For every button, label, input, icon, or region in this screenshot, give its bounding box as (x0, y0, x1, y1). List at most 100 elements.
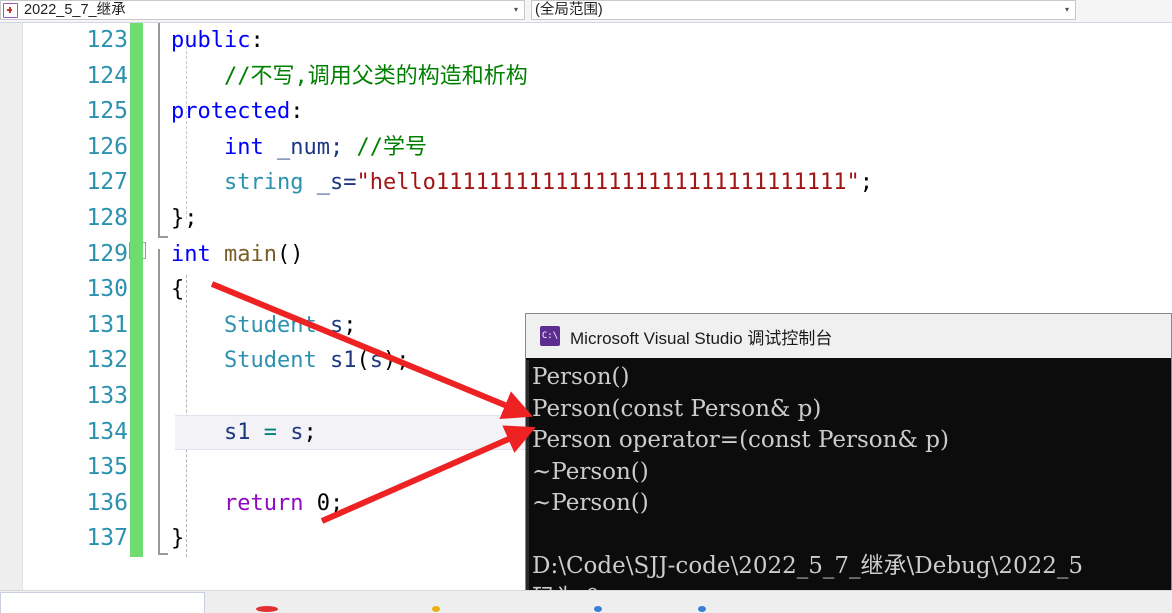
code-token: return (223, 490, 304, 516)
change-indicator-bar (130, 485, 143, 522)
code-token: { (171, 277, 185, 303)
code-line[interactable]: 126 int _num; //学号 (23, 129, 1172, 166)
change-indicator-bar (130, 272, 143, 308)
change-indicator-bar (130, 23, 143, 59)
code-token: = (263, 419, 277, 445)
code-token: ); (382, 348, 410, 374)
line-number: 129 (86, 240, 128, 267)
console-title-bar[interactable]: C:\ Microsoft Visual Studio 调试控制台 (526, 314, 1171, 358)
code-token: int (223, 134, 264, 160)
code-token: //学号 (356, 134, 427, 160)
change-indicator-bar (130, 450, 143, 486)
project-scope-value: 2022_5_7_继承 (24, 2, 126, 18)
code-text[interactable]: } (171, 521, 184, 557)
member-scope-dropdown[interactable]: (全局范围) ▾ (531, 0, 1076, 20)
code-token: s (290, 419, 304, 445)
bottom-status-strip (0, 590, 1172, 613)
line-number: 136 (86, 489, 128, 516)
code-line[interactable]: 127 string _s="hello11111111111111111111… (23, 165, 1172, 201)
code-token: Student (223, 348, 317, 374)
change-indicator-bar (130, 307, 143, 344)
code-text[interactable]: { (171, 272, 184, 308)
code-token: : (290, 99, 304, 125)
code-line[interactable]: 128}; (23, 200, 1172, 237)
console-output-line: Person() (532, 364, 630, 390)
code-token: _s= (303, 170, 357, 196)
code-line[interactable]: 125 protected: (23, 94, 1172, 130)
code-token: ; (329, 490, 344, 516)
code-token: s (329, 312, 344, 338)
change-indicator-bar (130, 94, 143, 130)
change-indicator-bar (130, 521, 143, 557)
console-output-line: D:\Code\SJJ-code\2022_5_7_继承\Debug\2022_… (532, 553, 1084, 579)
line-number: 133 (86, 382, 128, 409)
code-token: ; (303, 419, 317, 445)
line-number: 135 (86, 454, 128, 481)
change-indicator-bar (130, 129, 143, 166)
editor-selection-margin (0, 23, 22, 590)
info-dot-icon (594, 606, 602, 612)
message-dot-icon (698, 606, 706, 612)
code-text[interactable]: string _s="hello111111111111111111111111… (171, 165, 873, 201)
code-line[interactable]: 130 { (23, 272, 1172, 308)
code-token: protected (171, 99, 291, 125)
code-line[interactable]: 124 //不写,调用父类的构造和析构 (23, 58, 1172, 95)
console-output-line: Person(const Person& p) (532, 395, 822, 422)
debug-console-window[interactable]: C:\ Microsoft Visual Studio 调试控制台 Person… (525, 313, 1172, 613)
change-indicator-bar (130, 343, 143, 379)
line-number: 134 (86, 418, 128, 445)
code-token: public (171, 28, 251, 53)
code-token: ; (859, 170, 874, 196)
line-number: 126 (86, 133, 128, 160)
code-token: Student (223, 312, 317, 338)
project-scope-dropdown[interactable]: 2022_5_7_继承 ▾ (0, 0, 525, 20)
code-token: 0 (316, 490, 330, 516)
line-number: 137 (86, 525, 128, 552)
code-text[interactable]: Student s1(s); (171, 343, 409, 379)
code-token: string (223, 170, 304, 196)
console-output-line: Person operator=(const Person& p) (532, 427, 949, 453)
code-text[interactable]: s1 = s; (171, 415, 317, 451)
code-text[interactable]: int main() (171, 237, 303, 273)
change-indicator-bar (130, 200, 143, 237)
line-number: 131 (86, 311, 128, 338)
change-indicator-bar (130, 165, 143, 201)
console-inner-edge (526, 360, 529, 612)
code-text[interactable]: public: (171, 23, 264, 59)
code-token: s1 (329, 348, 357, 374)
code-text[interactable]: }; (171, 201, 198, 237)
code-token: _num; (263, 134, 357, 160)
code-token: () (276, 241, 304, 267)
code-text[interactable]: return 0; (171, 486, 343, 522)
code-text[interactable]: protected: (171, 94, 303, 130)
code-line[interactable]: 123 public: (23, 23, 1172, 59)
code-token: : (250, 28, 264, 53)
change-indicator-bar (130, 414, 143, 451)
line-number: 123 (86, 27, 128, 53)
bottom-tool-tab[interactable] (0, 592, 205, 613)
line-number: 128 (86, 204, 128, 231)
chevron-down-icon[interactable]: ▾ (508, 0, 524, 20)
line-number: 132 (86, 347, 128, 374)
code-text[interactable]: //不写,调用父类的构造和析构 (171, 59, 528, 95)
change-indicator-bar (130, 378, 143, 415)
code-text[interactable]: Student s; (171, 308, 356, 344)
code-text[interactable]: int _num; //学号 (171, 130, 427, 166)
code-token: ; (343, 312, 357, 338)
member-scope-value: (全局范围) (535, 2, 603, 18)
line-number: 130 (86, 276, 128, 303)
warning-dot-icon (432, 606, 440, 612)
change-indicator-bar (130, 58, 143, 95)
chevron-down-icon[interactable]: ▾ (1059, 0, 1075, 20)
code-token: }; (171, 205, 198, 231)
code-line[interactable]: 129 int main() (23, 236, 1172, 273)
